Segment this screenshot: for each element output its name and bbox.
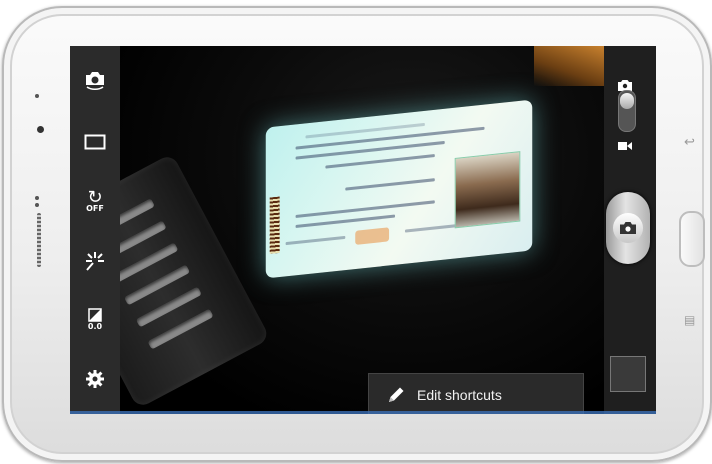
front-sensor [35,94,39,98]
proximity-sensor [35,203,39,207]
camera-screen: ↻ OFF 0.0 Edit shortcuts [70,46,656,414]
edit-shortcuts-button[interactable]: Edit shortcuts [368,373,584,414]
effects-icon[interactable] [80,246,110,276]
back-key-icon[interactable]: ↩ [684,135,695,150]
capture-panel [604,46,656,414]
settings-gear-icon[interactable] [80,364,110,394]
earpiece-speaker [37,213,41,267]
card-stamp [355,227,390,245]
edit-shortcuts-label: Edit shortcuts [417,386,502,403]
pencil-icon [385,384,407,406]
camera-video-switch[interactable] [618,90,636,132]
screen-edge [70,411,656,414]
shutter-button[interactable] [606,192,650,264]
front-camera [37,126,44,133]
card-photo [454,151,521,229]
background-object [534,46,604,86]
shutter-camera-icon [613,213,643,243]
viewfinder[interactable] [120,46,604,414]
card-barcode [269,196,280,254]
video-icon [618,136,632,155]
watch-strap [120,153,271,409]
light-sensor [35,196,39,200]
timer-off-icon[interactable]: ↻ OFF [80,186,110,216]
exposure-icon[interactable]: 0.0 [80,304,110,334]
gallery-thumbnail[interactable] [610,356,646,392]
id-card [265,99,533,279]
menu-key-icon[interactable]: ▤ [684,313,695,327]
shooting-mode-icon[interactable] [80,64,110,94]
aspect-ratio-icon[interactable] [80,127,110,157]
shortcut-toolbar: ↻ OFF 0.0 [70,46,120,414]
home-button[interactable] [679,211,705,267]
switch-knob[interactable] [620,93,634,109]
